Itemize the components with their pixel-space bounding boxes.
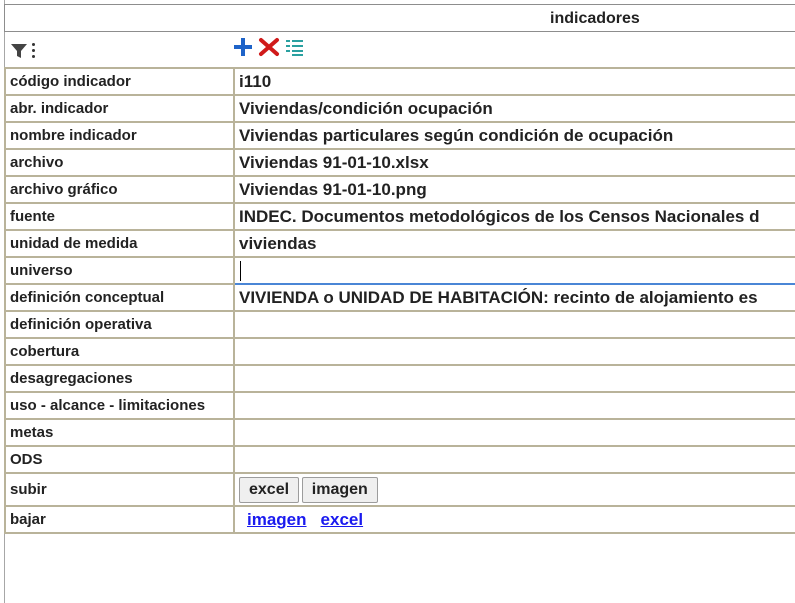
form-row: fuente INDEC. Documentos metodológicos d… xyxy=(4,202,795,231)
field-value-fuente[interactable]: INDEC. Documentos metodológicos de los C… xyxy=(233,202,795,231)
toolbar-actions xyxy=(232,36,305,58)
upload-excel-button[interactable]: excel xyxy=(239,476,300,503)
form-row: definición conceptual VIVIENDA o UNIDAD … xyxy=(4,283,795,312)
field-value-ods[interactable] xyxy=(233,445,795,474)
field-value-archivo[interactable]: Viviendas 91-01-10.xlsx xyxy=(233,148,795,177)
form-row-subir: subir excel imagen xyxy=(4,472,795,507)
field-label: definición conceptual xyxy=(4,283,235,312)
field-label: archivo xyxy=(4,148,235,177)
form-row: desagregaciones xyxy=(4,364,795,393)
download-links: imagen excel xyxy=(233,505,795,534)
upload-buttons: excel imagen xyxy=(233,472,795,507)
form-row: definición operativa xyxy=(4,310,795,339)
field-label: uso - alcance - limitaciones xyxy=(4,391,235,420)
field-value-definicion-operativa[interactable] xyxy=(233,310,795,339)
field-label: cobertura xyxy=(4,337,235,366)
title-bar: indicadores xyxy=(4,4,795,32)
form-row: universo xyxy=(4,256,795,285)
form-row: metas xyxy=(4,418,795,447)
form-row: uso - alcance - limitaciones xyxy=(4,391,795,420)
field-value-uso[interactable] xyxy=(233,391,795,420)
text-caret xyxy=(240,260,241,281)
filter-icon[interactable] xyxy=(10,42,28,60)
upload-imagen-button[interactable]: imagen xyxy=(301,476,378,503)
form-row: ODS xyxy=(4,445,795,474)
download-excel-link[interactable]: excel xyxy=(321,510,364,529)
add-icon[interactable] xyxy=(232,36,254,58)
field-label: unidad de medida xyxy=(4,229,235,258)
field-label: ODS xyxy=(4,445,235,474)
page-title: indicadores xyxy=(550,10,640,27)
field-value-abr[interactable]: Viviendas/condición ocupación xyxy=(233,94,795,123)
form-row: unidad de medida viviendas xyxy=(4,229,795,258)
field-value-desagregaciones[interactable] xyxy=(233,364,795,393)
field-label: archivo gráfico xyxy=(4,175,235,204)
download-imagen-link[interactable]: imagen xyxy=(247,510,307,529)
field-label: abr. indicador xyxy=(4,94,235,123)
field-label: nombre indicador xyxy=(4,121,235,150)
field-value-unidad[interactable]: viviendas xyxy=(233,229,795,258)
field-value-definicion-conceptual[interactable]: VIVIENDA o UNIDAD DE HABITACIÓN: recinto… xyxy=(233,283,795,312)
form-row-bajar: bajar imagen excel xyxy=(4,505,795,534)
field-label: bajar xyxy=(4,505,235,534)
field-value-archivo-grafico[interactable]: Viviendas 91-01-10.png xyxy=(233,175,795,204)
field-label: fuente xyxy=(4,202,235,231)
form-row: archivo gráfico Viviendas 91-01-10.png xyxy=(4,175,795,204)
field-value-cobertura[interactable] xyxy=(233,337,795,366)
kebab-menu-icon[interactable] xyxy=(31,42,37,58)
field-label: subir xyxy=(4,472,235,507)
field-value-nombre[interactable]: Viviendas particulares según condición d… xyxy=(233,121,795,150)
field-label: desagregaciones xyxy=(4,364,235,393)
list-icon[interactable] xyxy=(285,36,305,58)
field-label: universo xyxy=(4,256,235,285)
delete-icon[interactable] xyxy=(258,36,280,58)
toolbar-left xyxy=(10,40,50,60)
form-row: cobertura xyxy=(4,337,795,366)
indicator-form: código indicador i110 abr. indicador Viv… xyxy=(4,67,795,534)
form-row: abr. indicador Viviendas/condición ocupa… xyxy=(4,94,795,123)
form-row: archivo Viviendas 91-01-10.xlsx xyxy=(4,148,795,177)
toolbar xyxy=(4,34,795,64)
field-label: código indicador xyxy=(4,67,235,96)
form-row: código indicador i110 xyxy=(4,67,795,96)
form-row: nombre indicador Viviendas particulares … xyxy=(4,121,795,150)
field-label: definición operativa xyxy=(4,310,235,339)
field-label: metas xyxy=(4,418,235,447)
field-value-codigo[interactable]: i110 xyxy=(233,67,795,96)
field-value-metas[interactable] xyxy=(233,418,795,447)
field-value-universo[interactable] xyxy=(233,256,795,285)
